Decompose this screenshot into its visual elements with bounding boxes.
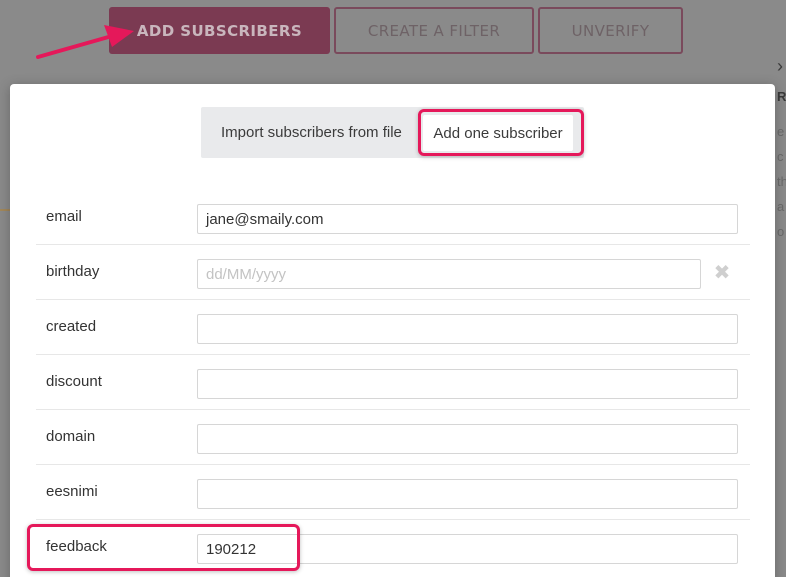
eesnimi-field[interactable] <box>197 479 738 509</box>
background-edge-text: c <box>777 149 784 164</box>
field-label: email <box>46 208 82 225</box>
field-row-domain: domain <box>36 410 750 465</box>
field-label: created <box>46 318 97 335</box>
birthday-field[interactable]: dd/MM/yyyy <box>197 259 701 289</box>
background-edge-text: e <box>777 124 785 139</box>
field-label: birthday <box>46 263 100 280</box>
field-row-created: created <box>36 300 750 355</box>
background-edge-text: › <box>777 56 783 76</box>
unverify-button[interactable]: UNVERIFY <box>538 7 683 54</box>
background-edge-text: o <box>777 224 785 239</box>
background-edge-text: th <box>777 174 786 189</box>
field-row-eesnimi: eesnimi <box>36 465 750 520</box>
add-subscriber-modal: Import subscribers from file Add one sub… <box>10 84 775 577</box>
feedback-highlight-box <box>27 524 300 571</box>
background-edge-text: R <box>777 89 786 104</box>
email-field[interactable]: jane@smaily.com <box>197 204 738 234</box>
field-label: domain <box>46 428 96 445</box>
clear-icon[interactable]: ✖ <box>712 263 732 283</box>
tab-highlight-box <box>418 109 584 156</box>
field-label: discount <box>46 373 102 390</box>
create-filter-button[interactable]: CREATE A FILTER <box>334 7 534 54</box>
field-row-email: email jane@smaily.com <box>36 190 750 245</box>
field-row-birthday: birthday dd/MM/yyyy ✖ <box>36 245 750 300</box>
birthday-placeholder: dd/MM/yyyy <box>206 265 287 283</box>
background-edge-text: a <box>777 199 785 214</box>
annotation-arrow-icon <box>36 25 134 59</box>
domain-field[interactable] <box>197 424 738 454</box>
discount-field[interactable] <box>197 369 738 399</box>
tab-import-from-file[interactable]: Import subscribers from file <box>221 107 402 158</box>
field-label: eesnimi <box>46 483 98 500</box>
field-row-discount: discount <box>36 355 750 410</box>
created-field[interactable] <box>197 314 738 344</box>
